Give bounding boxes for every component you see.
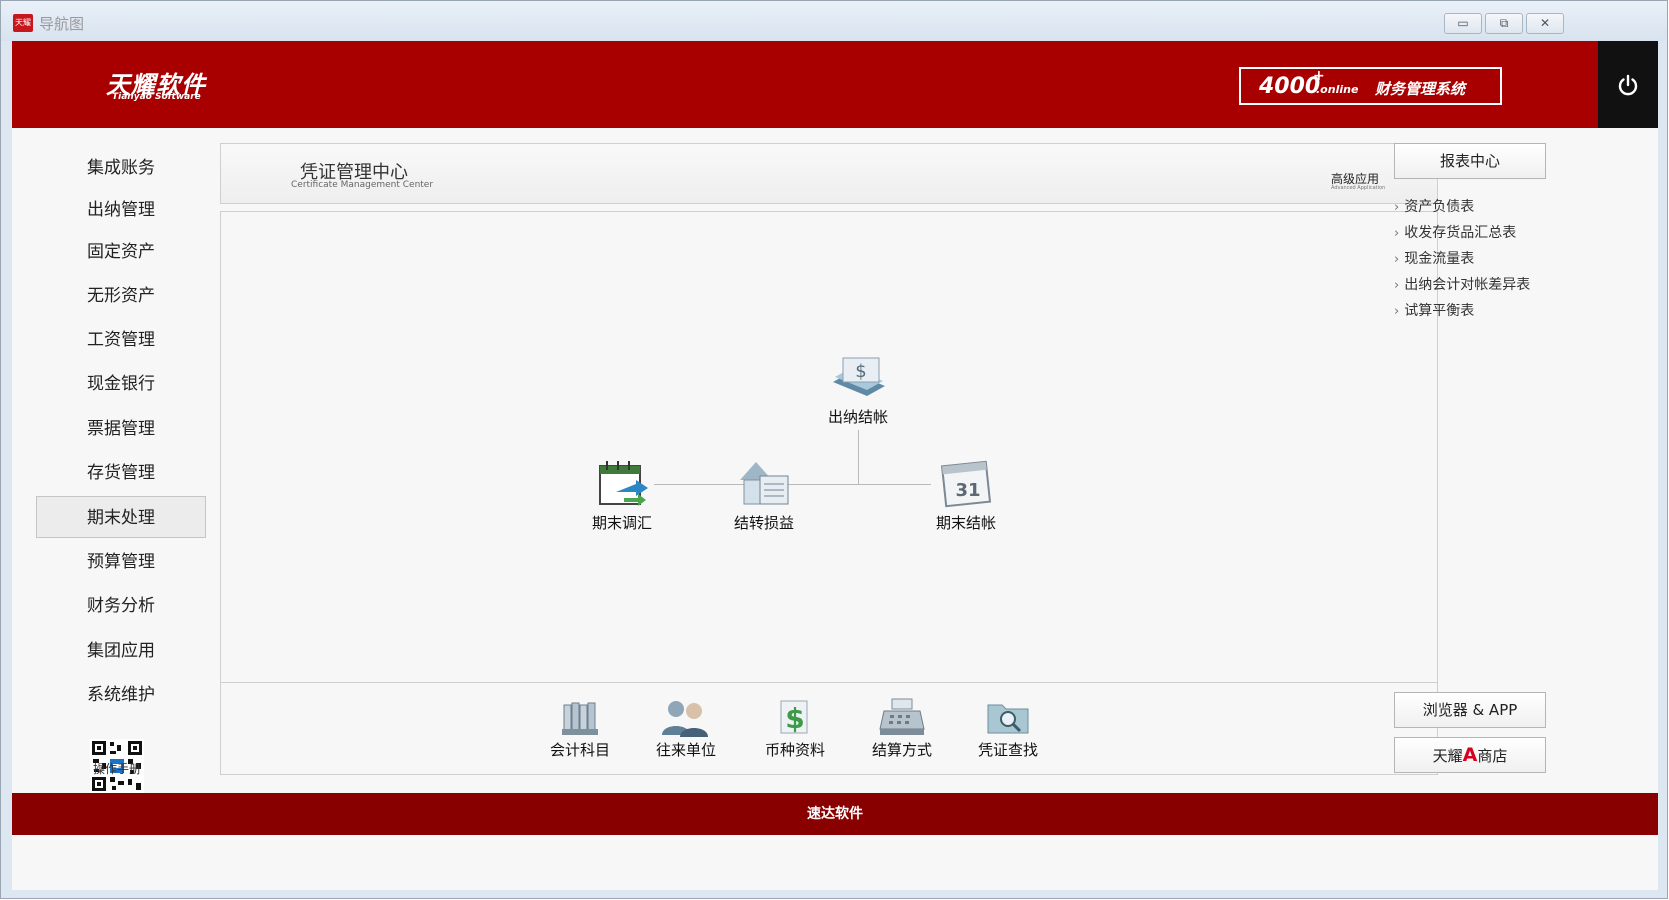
report-label: 资产负债表 <box>1404 199 1475 215</box>
node-label-period-close: 期末结帐 <box>935 514 996 532</box>
people-icon <box>662 701 708 737</box>
sidebar-item-cashier[interactable]: 出纳管理 <box>36 189 206 231</box>
sidebar-item-system-maintenance[interactable]: 系统维护 <box>36 674 206 716</box>
workflow-panel: $ 出纳结帐 期末调汇 结转损益 31 期末结帐 <box>220 211 1438 701</box>
tool-voucher-search[interactable]: 凭证查找 <box>963 697 1053 760</box>
sidebar-item-inventory[interactable]: 存货管理 <box>36 452 206 494</box>
sidebar-item-period-end[interactable]: 期末处理 <box>36 496 206 538</box>
report-label: 试算平衡表 <box>1404 303 1475 319</box>
product-number: 4000 <box>1259 74 1321 99</box>
binders-icon <box>562 702 598 735</box>
folder-search-icon <box>987 704 1029 734</box>
svg-text:$: $ <box>785 702 804 735</box>
product-plus: + <box>1313 68 1325 84</box>
sidebar-item-cash-bank[interactable]: 现金银行 <box>36 363 206 405</box>
report-link-inventory-summary[interactable]: › 收发存货品汇总表 <box>1394 220 1554 246</box>
calendar-31-icon: 31 <box>940 460 992 508</box>
center-header: 凭证管理中心 Certificate Management Center 高级应… <box>220 143 1438 204</box>
app-icon: 天耀 <box>13 14 33 32</box>
node-period-close[interactable]: 31 期末结帐 <box>906 458 1026 533</box>
product-name: 财务管理系统 <box>1375 80 1466 98</box>
logo-sub: Tianyao Software <box>112 92 201 102</box>
sidebar-item-budget[interactable]: 预算管理 <box>36 541 206 583</box>
cash-register-icon <box>879 698 925 735</box>
power-button[interactable] <box>1598 41 1658 128</box>
sidebar-item-fixed-assets[interactable]: 固定资产 <box>36 231 206 273</box>
node-cashier-close[interactable]: $ 出纳结帐 <box>798 352 918 427</box>
report-label: 现金流量表 <box>1404 251 1475 267</box>
sidebar-item-integrated-accounting[interactable]: 集成账务 <box>36 147 206 189</box>
sidebar-item-bills[interactable]: 票据管理 <box>36 408 206 450</box>
title-bar[interactable]: 天耀 导航图 ▭ ⧉ ✕ <box>1 1 1667 41</box>
calendar-day: 31 <box>955 480 980 501</box>
sidebar-item-financial-analysis[interactable]: 财务分析 <box>36 585 206 627</box>
chevron-right-icon: › <box>1394 304 1400 319</box>
tool-label: 币种资料 <box>764 741 825 759</box>
chevron-right-icon: › <box>1394 200 1400 215</box>
report-link-cash-flow[interactable]: › 现金流量表 <box>1394 246 1554 272</box>
sidebar-item-group-application[interactable]: 集团应用 <box>36 630 206 672</box>
maximize-button[interactable]: ⧉ <box>1485 13 1523 34</box>
app-window: 天耀 导航图 ▭ ⧉ ✕ 天耀软件 Tianyao Software 4000 … <box>0 0 1668 899</box>
chevron-right-icon: › <box>1394 252 1400 267</box>
manual-label[interactable]: 操作手册 <box>81 760 153 777</box>
main-frame: 天耀软件 Tianyao Software 4000 + .online 财务管… <box>12 41 1658 890</box>
store-a-logo: A <box>1462 744 1478 766</box>
chevron-right-icon: › <box>1394 226 1400 241</box>
tool-settlement[interactable]: 结算方式 <box>857 697 947 760</box>
node-label-period-exchange: 期末调汇 <box>591 514 652 532</box>
window-title: 导航图 <box>39 15 85 33</box>
report-label: 收发存货品汇总表 <box>1404 225 1517 241</box>
report-label: 出纳会计对帐差异表 <box>1404 277 1531 293</box>
node-transfer-pl[interactable]: 结转损益 <box>704 458 824 533</box>
building-report-icon <box>740 462 789 505</box>
tool-label: 凭证查找 <box>977 741 1038 759</box>
store-suffix: 商店 <box>1477 747 1508 765</box>
tool-label: 结算方式 <box>871 741 932 759</box>
tool-label: 往来单位 <box>655 741 716 759</box>
calendar-exchange-icon <box>599 461 648 506</box>
close-button[interactable]: ✕ <box>1526 13 1564 34</box>
tianyao-store-button[interactable]: 天耀A商店 <box>1394 737 1546 773</box>
node-period-exchange[interactable]: 期末调汇 <box>562 458 682 533</box>
report-link-trial-balance[interactable]: › 试算平衡表 <box>1394 298 1554 324</box>
tool-label: 会计科目 <box>549 741 610 759</box>
power-icon <box>1618 74 1638 96</box>
report-link-reconciliation[interactable]: › 出纳会计对帐差异表 <box>1394 272 1554 298</box>
footer-bar: 速达软件 <box>12 793 1658 835</box>
browser-app-button[interactable]: 浏览器 & APP <box>1394 692 1546 728</box>
report-center-button[interactable]: 报表中心 <box>1394 143 1546 179</box>
app-header: 天耀软件 Tianyao Software 4000 + .online 财务管… <box>12 41 1658 128</box>
flow-connector-vertical <box>858 430 859 485</box>
tools-panel: 会计科目 往来单位 $ 币种资料 结算方式 凭证查找 <box>220 682 1438 775</box>
chevron-right-icon: › <box>1394 278 1400 293</box>
product-badge: 4000 + .online 财务管理系统 <box>1239 67 1502 105</box>
node-label-transfer-pl: 结转损益 <box>733 514 794 532</box>
money-stack-icon: $ <box>833 357 885 396</box>
tool-currency[interactable]: $ 币种资料 <box>750 697 840 760</box>
minimize-button[interactable]: ▭ <box>1444 13 1482 34</box>
sidebar-item-intangible-assets[interactable]: 无形资产 <box>36 275 206 317</box>
currency-icon: $ <box>780 700 808 735</box>
tool-partners[interactable]: 往来单位 <box>641 697 731 760</box>
center-subtitle: Certificate Management Center <box>291 180 434 190</box>
advanced-application-sub: Advanced Application <box>1331 185 1386 191</box>
tool-accounts[interactable]: 会计科目 <box>535 697 625 760</box>
product-online: .online <box>1316 83 1359 96</box>
node-label-cashier-close: 出纳结帐 <box>827 408 888 426</box>
dollar-glyph: $ <box>855 361 866 382</box>
sidebar-item-payroll[interactable]: 工资管理 <box>36 319 206 361</box>
store-prefix: 天耀 <box>1432 747 1463 765</box>
report-link-balance-sheet[interactable]: › 资产负债表 <box>1394 194 1554 220</box>
